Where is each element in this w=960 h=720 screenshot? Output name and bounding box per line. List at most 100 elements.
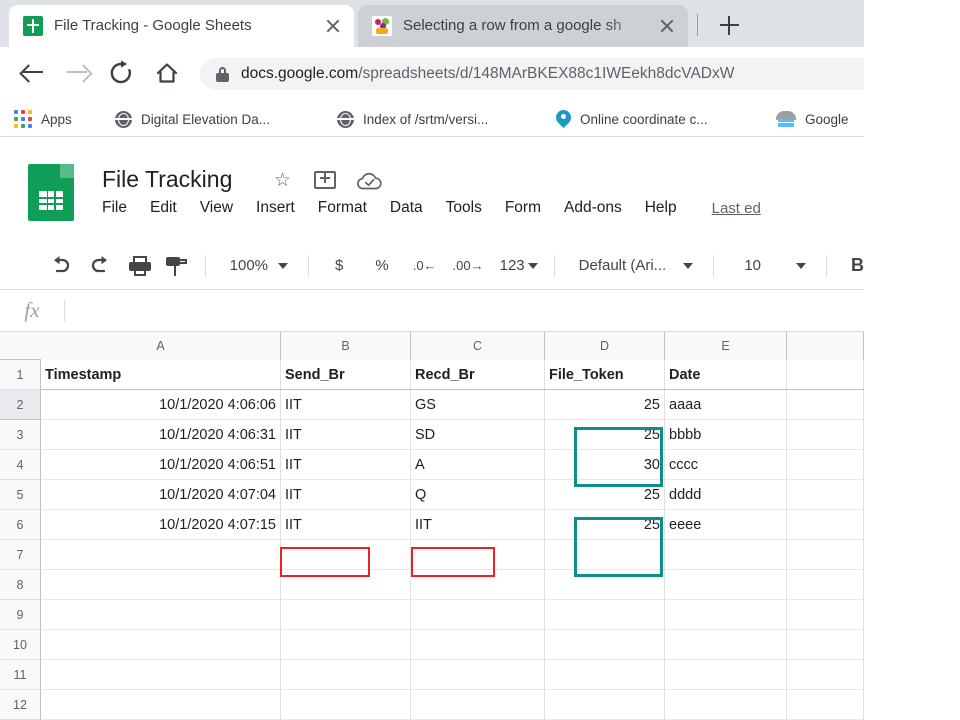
row-header-8[interactable]: 8 <box>0 570 41 600</box>
cell-B9[interactable] <box>281 600 411 630</box>
cell-A3[interactable]: 10/1/2020 4:06:31 <box>41 420 281 450</box>
cell-F8[interactable] <box>787 570 864 600</box>
cell-F12[interactable] <box>787 690 864 720</box>
font-family-select[interactable]: Default (Ari... <box>579 257 674 274</box>
cell-E5[interactable]: dddd <box>665 480 787 510</box>
menu-data[interactable]: Data <box>390 199 423 217</box>
column-header-A[interactable]: A <box>41 332 281 360</box>
print-icon[interactable] <box>129 256 150 276</box>
redo-icon[interactable] <box>88 253 113 279</box>
cell-F6[interactable] <box>787 510 864 540</box>
cell-D4[interactable]: 30 <box>545 450 665 480</box>
more-formats-button[interactable]: 123 <box>500 257 525 274</box>
cell-E4[interactable]: cccc <box>665 450 787 480</box>
cell-D9[interactable] <box>545 600 665 630</box>
cell-A10[interactable] <box>41 630 281 660</box>
cell-E12[interactable] <box>665 690 787 720</box>
cell-B1[interactable]: Send_Br <box>281 360 411 390</box>
paint-format-icon[interactable] <box>166 256 187 276</box>
increase-decimal-button[interactable]: .00→ <box>453 258 484 273</box>
chevron-down-icon[interactable] <box>278 263 288 269</box>
cell-D6[interactable]: 25 <box>545 510 665 540</box>
column-header-E[interactable]: E <box>665 332 787 360</box>
star-icon[interactable]: ☆ <box>274 171 294 191</box>
row-header-9[interactable]: 9 <box>0 600 41 630</box>
chevron-down-icon[interactable] <box>528 263 538 269</box>
cell-A8[interactable] <box>41 570 281 600</box>
cell-A9[interactable] <box>41 600 281 630</box>
cell-A12[interactable] <box>41 690 281 720</box>
zoom-level[interactable]: 100% <box>230 257 268 274</box>
cell-B12[interactable] <box>281 690 411 720</box>
cell-F1[interactable] <box>787 360 864 390</box>
cell-A11[interactable] <box>41 660 281 690</box>
cell-B11[interactable] <box>281 660 411 690</box>
home-icon[interactable] <box>152 58 182 88</box>
cell-F10[interactable] <box>787 630 864 660</box>
cell-E9[interactable] <box>665 600 787 630</box>
percent-format-button[interactable]: % <box>375 257 388 274</box>
menu-view[interactable]: View <box>200 199 233 217</box>
cell-C6[interactable]: IIT <box>411 510 545 540</box>
column-header-C[interactable]: C <box>411 332 545 360</box>
column-header-D[interactable]: D <box>545 332 665 360</box>
back-icon[interactable] <box>18 58 48 88</box>
forward-icon[interactable] <box>62 58 92 88</box>
cell-E7[interactable] <box>665 540 787 570</box>
cell-B3[interactable]: IIT <box>281 420 411 450</box>
cell-B5[interactable]: IIT <box>281 480 411 510</box>
cell-E8[interactable] <box>665 570 787 600</box>
menu-form[interactable]: Form <box>505 199 541 217</box>
row-header-6[interactable]: 6 <box>0 510 41 540</box>
undo-icon[interactable] <box>48 253 73 279</box>
cell-F4[interactable] <box>787 450 864 480</box>
browser-tab-inactive[interactable]: Selecting a row from a google sh <box>358 5 688 47</box>
menu-format[interactable]: Format <box>318 199 367 217</box>
cell-D8[interactable] <box>545 570 665 600</box>
cell-C11[interactable] <box>411 660 545 690</box>
chevron-down-icon[interactable] <box>796 263 806 269</box>
currency-format-button[interactable]: $ <box>335 257 343 274</box>
cell-E2[interactable]: aaaa <box>665 390 787 420</box>
cell-A6[interactable]: 10/1/2020 4:07:15 <box>41 510 281 540</box>
close-icon[interactable] <box>654 13 680 39</box>
cell-E6[interactable]: eeee <box>665 510 787 540</box>
menu-help[interactable]: Help <box>645 199 677 217</box>
cell-C2[interactable]: GS <box>411 390 545 420</box>
cell-E10[interactable] <box>665 630 787 660</box>
new-tab-button[interactable] <box>714 10 744 40</box>
column-header-B[interactable]: B <box>281 332 411 360</box>
row-header-10[interactable]: 10 <box>0 630 41 660</box>
cell-A5[interactable]: 10/1/2020 4:07:04 <box>41 480 281 510</box>
decrease-decimal-button[interactable]: .0← <box>413 258 437 273</box>
row-header-2[interactable]: 2 <box>0 390 41 420</box>
cell-A2[interactable]: 10/1/2020 4:06:06 <box>41 390 281 420</box>
cell-D3[interactable]: 25 <box>545 420 665 450</box>
bookmark-digital-elevation[interactable]: Digital Elevation Da... <box>115 107 270 131</box>
row-header-11[interactable]: 11 <box>0 660 41 690</box>
chevron-down-icon[interactable] <box>683 263 693 269</box>
cell-D12[interactable] <box>545 690 665 720</box>
cell-D2[interactable]: 25 <box>545 390 665 420</box>
cell-B10[interactable] <box>281 630 411 660</box>
cell-E3[interactable]: bbbb <box>665 420 787 450</box>
cell-F3[interactable] <box>787 420 864 450</box>
browser-tab-active[interactable]: File Tracking - Google Sheets <box>9 5 354 47</box>
reload-icon[interactable] <box>106 58 136 88</box>
cell-F5[interactable] <box>787 480 864 510</box>
cell-D5[interactable]: 25 <box>545 480 665 510</box>
cell-E11[interactable] <box>665 660 787 690</box>
menu-insert[interactable]: Insert <box>256 199 295 217</box>
column-header-extra[interactable] <box>787 332 864 360</box>
cell-C8[interactable] <box>411 570 545 600</box>
cell-C12[interactable] <box>411 690 545 720</box>
bookmark-google[interactable]: Google <box>776 107 849 131</box>
font-size-select[interactable]: 10 <box>744 257 786 274</box>
formula-input[interactable] <box>65 290 864 331</box>
row-header-12[interactable]: 12 <box>0 690 41 720</box>
bookmark-apps[interactable]: Apps <box>14 107 72 131</box>
cell-F2[interactable] <box>787 390 864 420</box>
close-icon[interactable] <box>320 13 346 39</box>
cell-C9[interactable] <box>411 600 545 630</box>
cloud-saved-icon[interactable] <box>356 173 383 190</box>
